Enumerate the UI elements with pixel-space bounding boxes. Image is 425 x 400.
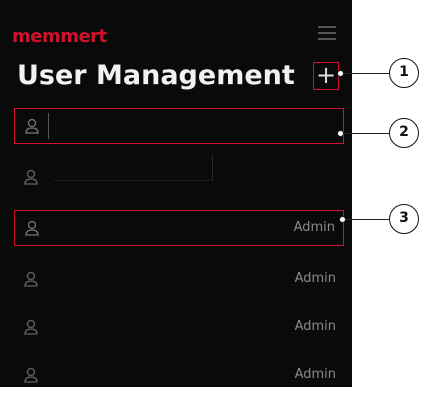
user-icon	[24, 367, 38, 383]
callout-dot-1	[337, 70, 344, 77]
user-row-selected[interactable]: Admin	[14, 210, 344, 246]
user-row[interactable]: Admin	[14, 256, 344, 304]
callout-dot-2	[337, 130, 344, 137]
callout-badge-3: 3	[389, 204, 419, 234]
user-role-label: Admin	[293, 220, 335, 235]
callout-badge-2: 2	[389, 118, 419, 148]
hamburger-menu-icon[interactable]	[318, 26, 336, 40]
user-list: Admin Admin Admin Admin	[14, 108, 344, 400]
callout-line-1	[340, 73, 390, 74]
user-row[interactable]	[14, 154, 344, 202]
add-user-button[interactable]: +	[313, 62, 339, 90]
user-icon	[24, 271, 38, 287]
callout-line-3	[342, 219, 390, 220]
callout-dot-3	[339, 216, 346, 223]
user-icon	[25, 118, 39, 134]
username-input[interactable]	[48, 113, 49, 139]
app-screen: memmert User Management + Admin Admin Ad…	[0, 0, 352, 387]
user-role-label: Admin	[294, 319, 336, 334]
callout-badge-1: 1	[389, 58, 419, 88]
user-icon	[25, 220, 39, 236]
username-field[interactable]	[54, 156, 213, 181]
callout-line-2	[340, 133, 390, 134]
user-icon	[24, 169, 38, 185]
user-row-editing[interactable]	[14, 108, 344, 144]
user-row[interactable]: Admin	[14, 304, 344, 352]
page-title: User Management	[17, 60, 295, 91]
user-icon	[24, 319, 38, 335]
memmert-logo: memmert	[12, 26, 107, 47]
user-role-label: Admin	[294, 271, 336, 286]
user-role-label: Admin	[294, 367, 336, 382]
user-row[interactable]: Admin	[14, 352, 344, 400]
